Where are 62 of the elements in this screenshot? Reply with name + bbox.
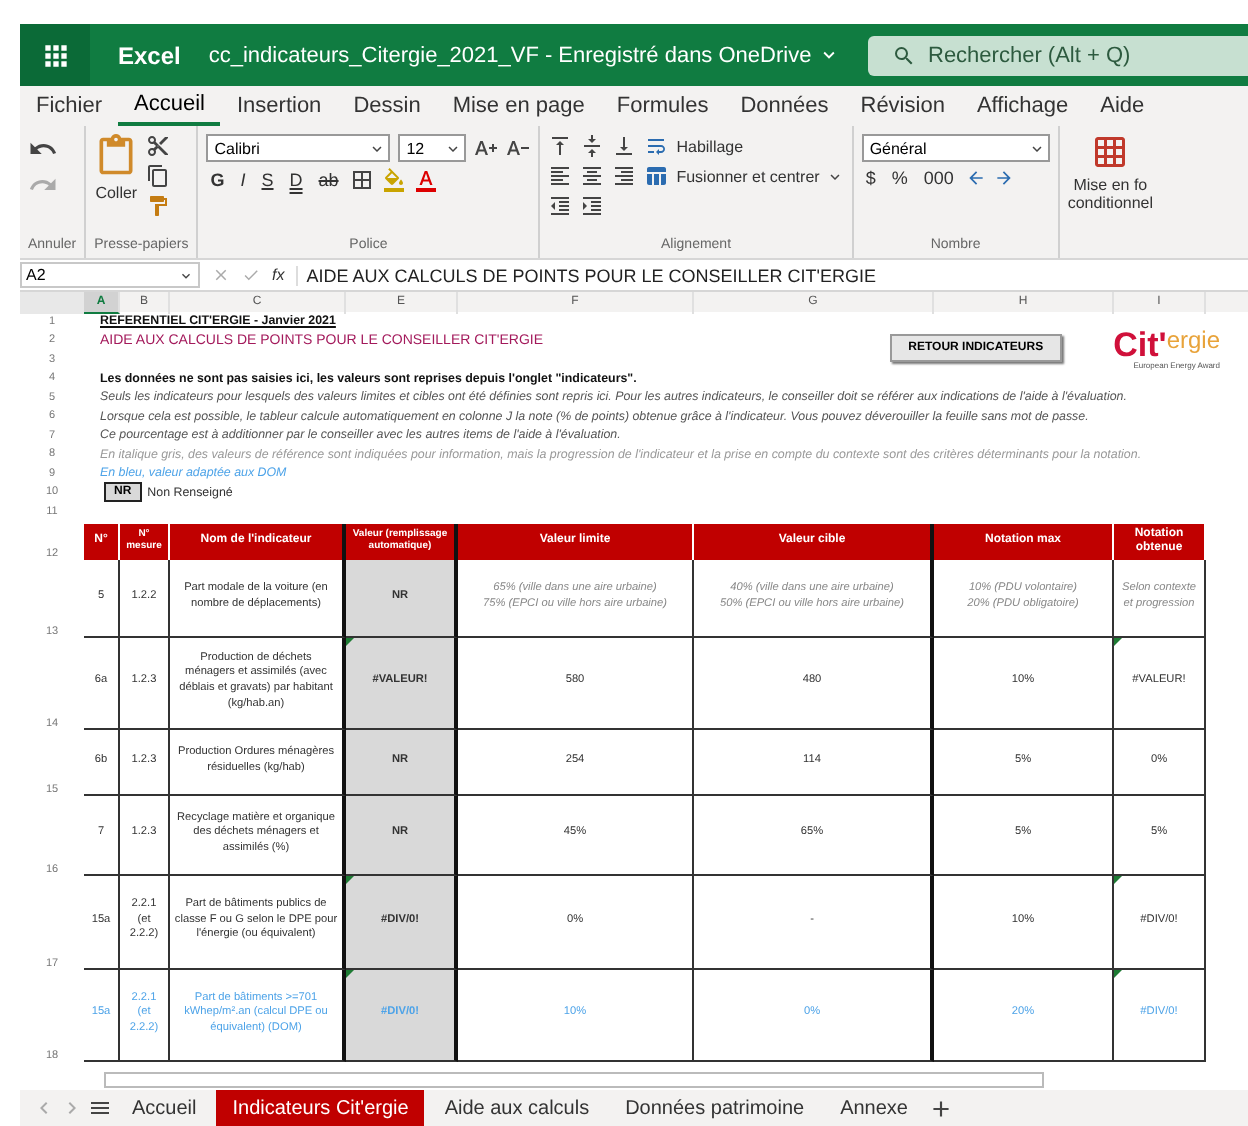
conditional-format-button[interactable]: Mise en fo conditionnel [1067,176,1154,212]
sheet-tab[interactable]: Annexe [824,1090,924,1126]
formula-input[interactable]: AIDE AUX CALCULS DE POINTS POUR LE CONSEILLER CIT'ERGIE [296,265,877,285]
number-format-button[interactable]: $ [861,168,880,188]
search-icon[interactable] [892,43,916,67]
borders-icon[interactable] [350,168,375,192]
fill-color-icon[interactable] [382,168,407,192]
align-right-icon[interactable] [612,164,637,188]
wrap-text-icon[interactable] [644,134,669,158]
merge-icon[interactable] [644,164,669,188]
align-center-icon[interactable] [580,164,605,188]
title-separator: - [544,43,553,67]
format-button[interactable]: D [285,170,307,190]
indent-increase-icon[interactable] [580,194,605,218]
increase-decimal-icon[interactable] [993,168,1014,188]
name-box[interactable]: A2 [20,262,200,288]
format-button[interactable]: ab [314,170,343,190]
menu-tab[interactable]: Révision [844,86,961,126]
menu-tab[interactable]: Formules [600,86,725,126]
sheet-tab[interactable]: Données patrimoine [609,1090,821,1126]
align-left-icon[interactable] [548,164,573,188]
number-format-button[interactable]: % [887,168,912,188]
app-launcher-icon[interactable] [20,24,90,86]
format-button[interactable]: S [257,170,278,190]
sheet-tab[interactable]: Accueil [116,1090,213,1126]
number-format-button[interactable]: 000 [919,168,958,188]
shrink-font-icon[interactable] [506,136,531,160]
copy-icon[interactable] [146,164,171,188]
wrap-text-button[interactable]: Habillage [676,137,744,155]
align-middle-icon[interactable] [580,134,605,158]
sheet-tab[interactable]: Aide aux calculs [428,1090,606,1126]
indent-decrease-icon[interactable] [548,194,573,218]
merge-button[interactable]: Fusionner et centrer [676,167,844,185]
decrease-decimal-icon[interactable] [965,168,986,188]
format-button[interactable]: I [236,170,250,190]
number-format-select[interactable]: Général [861,134,1050,162]
sheet-tab[interactable]: Indicateurs Cit'ergie [216,1090,425,1126]
menu-tab[interactable]: Aide [1084,86,1161,126]
format-button[interactable]: G [206,170,229,190]
add-sheet-icon[interactable] [928,1095,954,1121]
file-title[interactable]: cc_indicateurs_Citergie_2021_VF [208,43,539,67]
menu-tab[interactable]: Mise en page [436,86,601,126]
menu-tab[interactable]: Fichier [20,86,119,126]
table-grid-icon[interactable] [1092,134,1129,170]
menu-tab[interactable]: Données [724,86,845,126]
paste-button[interactable]: Coller [95,184,138,202]
grow-font-icon[interactable] [474,136,499,160]
menu-tab[interactable]: Affichage [960,86,1085,126]
font-name-select[interactable]: Calibri [206,134,391,162]
menu-tab[interactable]: Insertion [220,86,338,126]
horizontal-scrollbar[interactable] [104,1072,1044,1088]
font-size-select[interactable]: 12 [398,134,467,162]
menu-icon[interactable] [88,1096,112,1120]
menu-tab[interactable]: Dessin [337,86,437,126]
app-name: Excel [118,41,181,69]
align-top-icon[interactable] [548,134,573,158]
cut-icon[interactable] [146,134,171,158]
font-color-icon[interactable] [414,168,439,192]
search-field[interactable]: Rechercher (Alt + Q) [868,35,1248,75]
save-status[interactable]: Enregistré dans OneDrive [558,43,812,67]
function-button[interactable]: fx [272,266,285,284]
align-bottom-icon[interactable] [612,134,637,158]
